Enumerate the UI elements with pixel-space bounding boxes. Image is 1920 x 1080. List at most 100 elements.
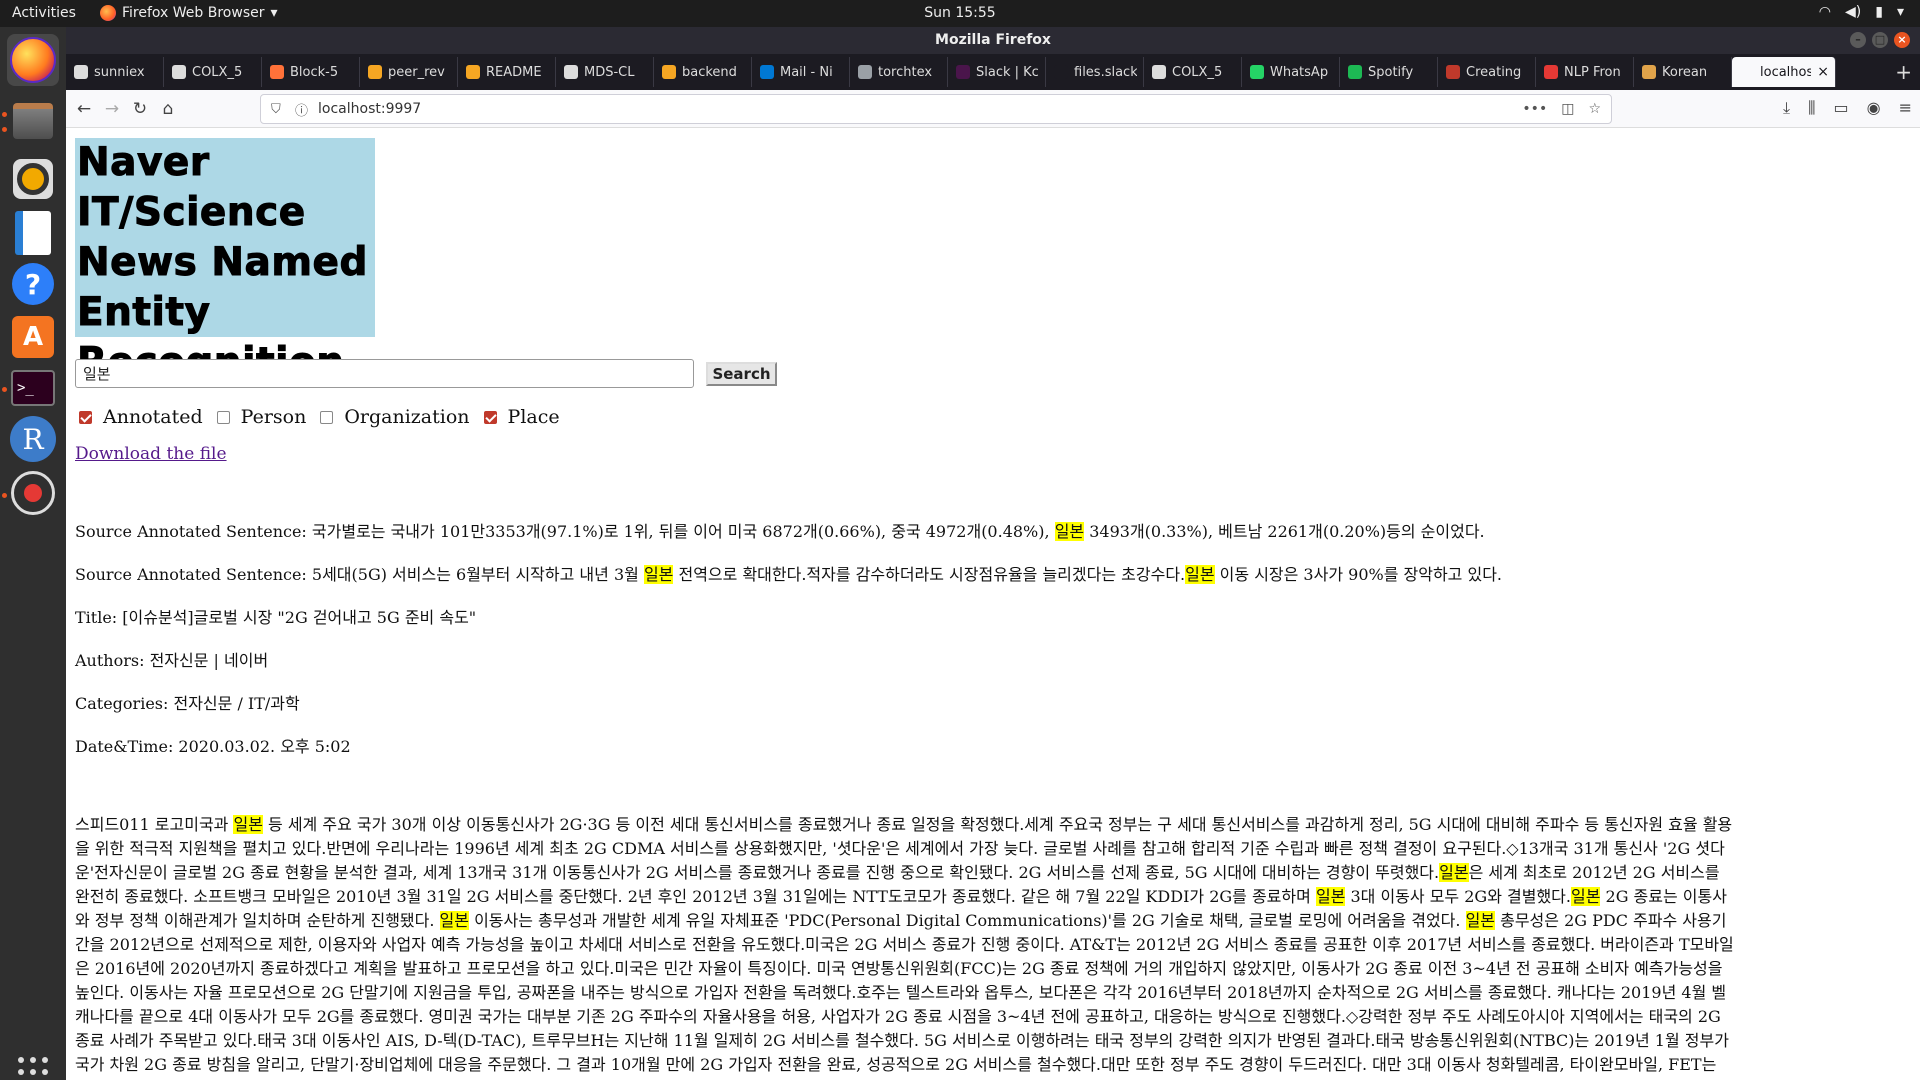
favicon-icon xyxy=(270,65,284,79)
tab-label: WhatsAp xyxy=(1270,64,1329,80)
system-tray[interactable]: ◠ ◀) ▮ ▾ xyxy=(1819,4,1904,20)
dock-software[interactable]: A xyxy=(7,311,59,363)
tab[interactable]: peer_rev xyxy=(360,57,458,87)
tab-label: Block-5 xyxy=(290,64,339,80)
tab-label: COLX_5 xyxy=(192,64,243,80)
page-actions-icon[interactable]: ••• xyxy=(1522,101,1547,117)
show-applications-icon[interactable] xyxy=(18,1057,48,1080)
download-icon[interactable]: ⤓ xyxy=(1783,98,1790,118)
tab-label: files.slack.cc xyxy=(1074,64,1137,80)
tab[interactable]: COLX_5 xyxy=(1144,57,1242,87)
page-content: Naver IT/Science News Named Entity Recog… xyxy=(66,128,1920,1080)
close-icon[interactable]: × xyxy=(1894,32,1910,48)
r-icon: R xyxy=(10,416,56,462)
tab[interactable]: Mail - Ni xyxy=(752,57,850,87)
favicon-icon xyxy=(1152,65,1166,79)
tab[interactable]: Korean xyxy=(1634,57,1732,87)
entity-highlight: 일본 xyxy=(643,565,674,584)
tab[interactable]: backend xyxy=(654,57,752,87)
new-tab-icon[interactable]: + xyxy=(1895,60,1912,84)
menu-hamburger-icon[interactable]: ≡ xyxy=(1899,98,1912,118)
download-file-link[interactable]: Download the file xyxy=(75,444,227,464)
bookmark-star-icon[interactable]: ☆ xyxy=(1588,101,1601,117)
running-indicator xyxy=(2,127,7,132)
checkbox[interactable] xyxy=(483,410,497,424)
close-tab-icon[interactable]: × xyxy=(1817,64,1829,80)
activities-button[interactable]: Activities xyxy=(12,5,76,21)
minimize-icon[interactable]: – xyxy=(1850,32,1866,48)
system-top-bar: Activities Firefox Web Browser ▾ Sun 15:… xyxy=(0,0,1920,27)
tab-label: COLX_5 xyxy=(1172,64,1223,80)
url-text[interactable]: localhost:9997 xyxy=(318,101,421,117)
favicon-icon xyxy=(1250,65,1264,79)
dock-terminal[interactable]: >_ xyxy=(7,362,59,414)
checkbox[interactable] xyxy=(79,410,92,424)
dock-r[interactable]: R xyxy=(7,413,59,465)
running-indicator xyxy=(2,493,7,498)
running-indicator xyxy=(2,387,7,392)
filter-annotated[interactable]: Annotated xyxy=(79,406,203,428)
forward-arrow-icon[interactable]: → xyxy=(98,96,126,122)
software-center-icon: A xyxy=(12,316,54,358)
filter-organization[interactable]: Organization xyxy=(320,406,470,428)
clock[interactable]: Sun 15:55 xyxy=(924,5,995,21)
shield-icon[interactable]: ⛉ xyxy=(271,102,285,117)
dock-web-app[interactable] xyxy=(7,467,59,519)
volume-icon: ◀) xyxy=(1845,4,1862,20)
rhythmbox-icon xyxy=(13,159,53,199)
favicon-icon xyxy=(1740,65,1754,79)
entity-highlight: 일본 xyxy=(1315,887,1346,906)
reload-icon[interactable]: ↻ xyxy=(126,96,154,122)
navigation-toolbar: ← → ↻ ⌂ ⛉ ⓘ localhost:9997 ••• ◫ ☆ ⤓ ⫼ ▭… xyxy=(66,90,1920,128)
maximize-icon[interactable]: □ xyxy=(1872,32,1888,48)
tab[interactable]: Spotify xyxy=(1340,57,1438,87)
window-title: Mozilla Firefox xyxy=(935,32,1051,48)
dock-firefox[interactable] xyxy=(7,34,59,86)
dock-files[interactable] xyxy=(7,95,59,147)
checkbox[interactable] xyxy=(320,410,334,424)
tab[interactable]: torchtex xyxy=(850,57,948,87)
tab[interactable]: WhatsAp xyxy=(1242,57,1340,87)
dock-rhythmbox[interactable] xyxy=(7,153,59,205)
checkbox[interactable] xyxy=(216,410,230,424)
filter-place[interactable]: Place xyxy=(483,406,560,428)
tab[interactable]: sunniex xyxy=(66,57,164,87)
tab[interactable]: Block-5 xyxy=(262,57,360,87)
tab[interactable]: README xyxy=(458,57,556,87)
tab-label: Creating xyxy=(1466,64,1522,80)
tab-label: peer_rev xyxy=(388,64,445,80)
source-sentence: Source Annotated Sentence: 국가별로는 국내가 101… xyxy=(75,518,1485,542)
address-bar[interactable]: ⛉ ⓘ localhost:9997 ••• ◫ ☆ xyxy=(260,94,1612,124)
dock-help[interactable]: ? xyxy=(7,258,59,310)
pocket-icon[interactable]: ◫ xyxy=(1561,101,1574,117)
wifi-icon: ◠ xyxy=(1818,4,1832,20)
sentence-label: Source Annotated Sentence: xyxy=(75,522,312,541)
entity-highlight: 일본 xyxy=(1054,522,1085,541)
tab-label: Slack | Kc xyxy=(976,64,1039,80)
favicon-icon xyxy=(1446,65,1460,79)
tab[interactable]: Creating xyxy=(1438,57,1536,87)
back-arrow-icon[interactable]: ← xyxy=(70,96,98,122)
tab[interactable]: Slack | Kc xyxy=(948,57,1046,87)
tab-label: NLP Fron xyxy=(1564,64,1621,80)
dock-writer[interactable] xyxy=(7,207,59,259)
tab[interactable]: COLX_5 xyxy=(164,57,262,87)
home-icon[interactable]: ⌂ xyxy=(154,96,182,122)
dock: ? A >_ R xyxy=(0,27,66,1080)
account-icon[interactable]: ◉ xyxy=(1867,98,1881,118)
chevron-down-icon: ▾ xyxy=(270,5,278,21)
favicon-icon xyxy=(760,65,774,79)
tab[interactable]: MDS-CL xyxy=(556,57,654,87)
search-button[interactable]: Search xyxy=(706,362,777,386)
library-icon[interactable]: ⫼ xyxy=(1808,98,1815,118)
sidebar-icon[interactable]: ▭ xyxy=(1834,98,1849,118)
info-icon[interactable]: ⓘ xyxy=(295,100,308,119)
tab-label: MDS-CL xyxy=(584,64,635,80)
filter-person[interactable]: Person xyxy=(216,406,306,428)
tab[interactable]: files.slack.cc xyxy=(1046,57,1144,87)
tab[interactable]: NLP Fron xyxy=(1536,57,1634,87)
hero-banner: Naver IT/Science News Named Entity Recog… xyxy=(75,138,375,386)
tab-active[interactable]: localhost × xyxy=(1732,57,1836,87)
search-input[interactable] xyxy=(75,359,694,388)
app-menu[interactable]: Firefox Web Browser ▾ xyxy=(100,5,278,21)
